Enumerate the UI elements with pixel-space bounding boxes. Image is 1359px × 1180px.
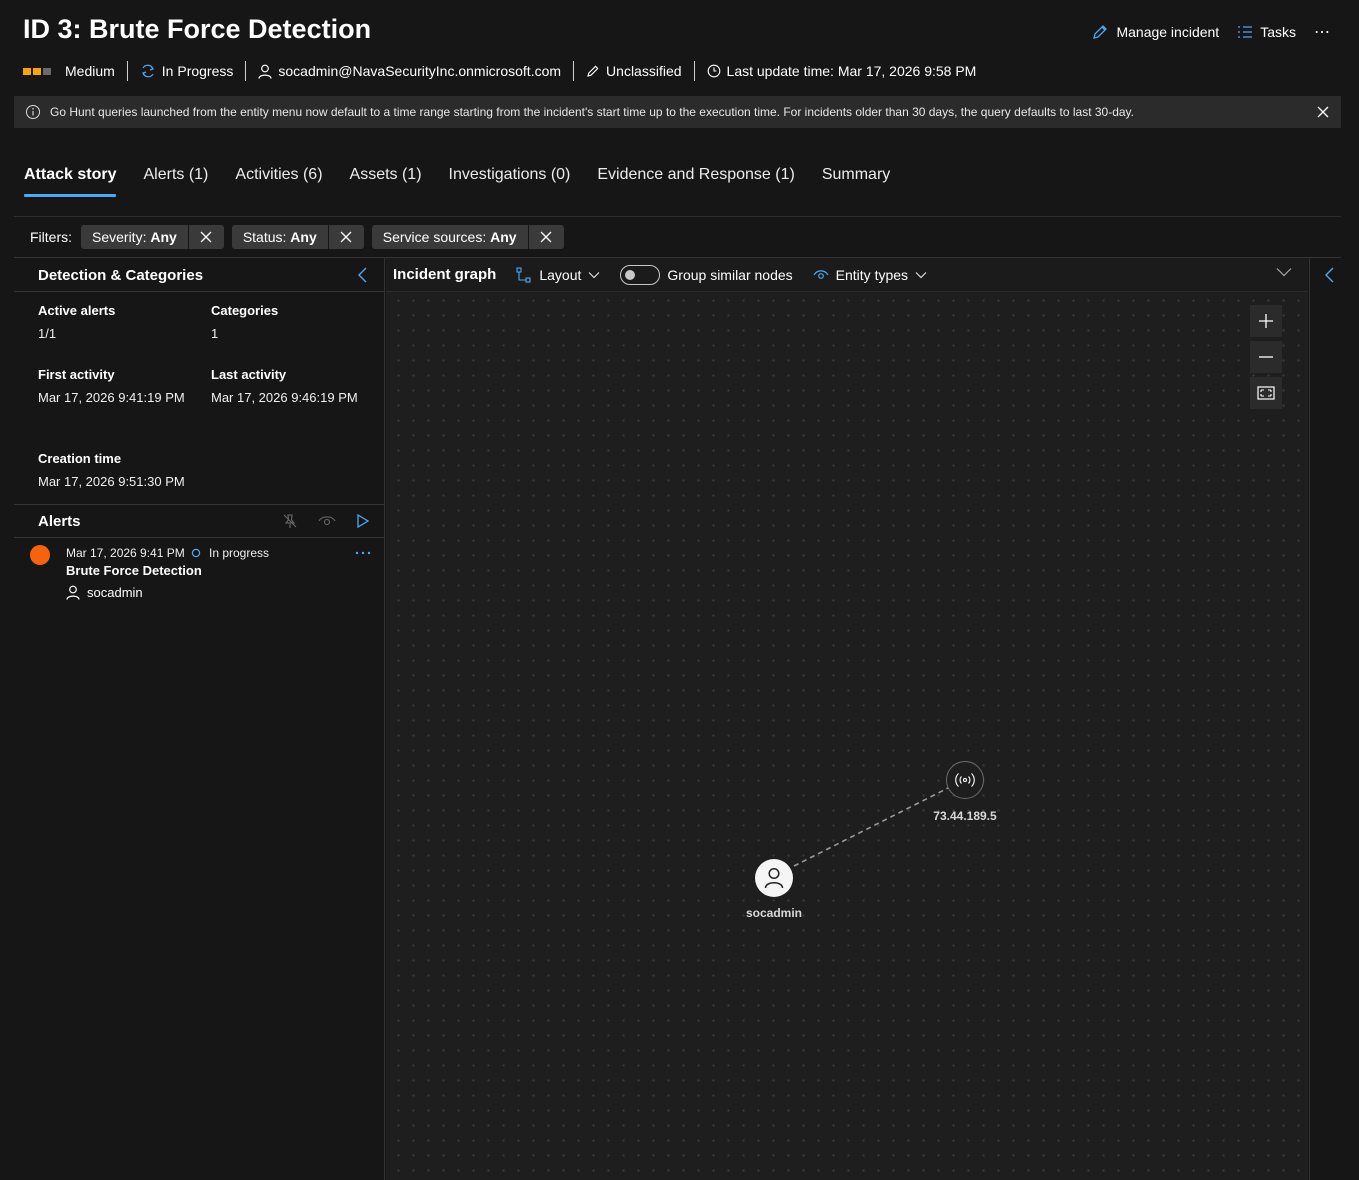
classification-label: Unclassified	[606, 63, 682, 79]
incident-graph[interactable]: Incident graph Layout Group similar node…	[386, 258, 1308, 1180]
divider	[14, 504, 384, 505]
tasks-icon	[1237, 24, 1253, 40]
detection-panel: Detection & Categories Active alerts 1/1…	[14, 258, 385, 1180]
alert-user: socadmin	[66, 585, 143, 600]
filters-label: Filters:	[30, 229, 72, 245]
incident-meta: Medium In Progress socadmin@NavaSecurity…	[23, 61, 988, 81]
manage-incident-label: Manage incident	[1116, 24, 1220, 40]
filter-bar: Filters: Severity: Any Status: Any Servi…	[30, 225, 564, 249]
clock-icon	[707, 64, 721, 78]
first-activity-value: Mar 17, 2026 9:41:19 PM	[38, 390, 185, 405]
last-activity-value: Mar 17, 2026 9:46:19 PM	[211, 390, 358, 405]
tasks-label: Tasks	[1260, 24, 1296, 40]
severity-label: Medium	[65, 63, 115, 79]
banner-text: Go Hunt queries launched from the entity…	[50, 105, 1134, 119]
filter-chip-service-sources: Service sources: Any	[371, 225, 564, 249]
user-icon	[258, 64, 272, 79]
manage-incident-button[interactable]: Manage incident	[1091, 23, 1219, 41]
graph-edges	[793, 785, 953, 867]
tab-activities[interactable]: Activities (6)	[235, 166, 322, 198]
edit-icon	[1091, 23, 1109, 41]
alert-date: Mar 17, 2026 9:41 PM	[66, 546, 185, 560]
more-icon[interactable]	[354, 550, 372, 556]
severity-indicator: Medium	[23, 61, 127, 81]
assignee[interactable]: socadmin@NavaSecurityInc.onmicrosoft.com	[246, 61, 573, 81]
active-alerts-label: Active alerts	[38, 303, 116, 318]
alert-status: In progress	[191, 546, 269, 560]
alert-list-item[interactable]: Mar 17, 2026 9:41 PM In progress Brute F…	[14, 540, 384, 608]
alert-title[interactable]: Brute Force Detection	[66, 563, 202, 578]
alerts-heading: Alerts	[38, 513, 81, 530]
last-update-label: Last update time: Mar 17, 2026 9:58 PM	[726, 63, 977, 79]
tab-summary[interactable]: Summary	[822, 166, 890, 198]
play-icon[interactable]	[356, 513, 370, 529]
tasks-button[interactable]: Tasks	[1237, 24, 1296, 40]
divider	[14, 216, 1341, 217]
alerts-toolbar	[282, 513, 370, 529]
categories-label: Categories	[211, 303, 279, 318]
divider	[14, 291, 384, 292]
categories-value: 1	[211, 326, 219, 341]
active-alerts-value: 1/1	[38, 326, 57, 341]
more-icon: ⋯	[1314, 24, 1331, 41]
tab-evidence-response[interactable]: Evidence and Response (1)	[597, 166, 794, 198]
filter-chip-status: Status: Any	[231, 225, 364, 249]
tab-investigations[interactable]: Investigations (0)	[449, 166, 571, 198]
creation-time-label: Creation time	[38, 451, 122, 466]
user-node[interactable]	[755, 859, 793, 897]
assignee-label: socadmin@NavaSecurityInc.onmicrosoft.com	[278, 63, 562, 79]
status-indicator: In Progress	[128, 61, 246, 81]
panel-heading: Detection & Categories	[38, 267, 204, 284]
tab-bar: Attack story Alerts (1) Activities (6) A…	[24, 166, 890, 198]
more-actions-button[interactable]: ⋯	[1314, 22, 1331, 42]
first-activity-label: First activity	[38, 367, 115, 382]
filter-chip-label[interactable]: Status: Any	[232, 225, 328, 249]
last-update: Last update time: Mar 17, 2026 9:58 PM	[695, 61, 989, 81]
in-progress-icon	[191, 548, 201, 558]
close-icon[interactable]	[1315, 104, 1331, 120]
last-activity-label: Last activity	[211, 367, 287, 382]
pin-off-icon[interactable]	[282, 513, 298, 529]
tab-alerts[interactable]: Alerts (1)	[143, 166, 208, 198]
tab-assets[interactable]: Assets (1)	[350, 166, 422, 198]
right-side-rail	[1309, 258, 1359, 1180]
remove-filter-icon[interactable]	[527, 225, 564, 249]
info-icon	[25, 104, 41, 120]
severity-bars-icon	[23, 67, 51, 75]
divider	[14, 537, 384, 538]
user-node-label: socadmin	[745, 906, 803, 920]
chevron-left-icon[interactable]	[1323, 266, 1337, 284]
severity-dot-icon	[30, 545, 50, 565]
header-actions: Manage incident Tasks ⋯	[1091, 22, 1331, 42]
creation-time-value: Mar 17, 2026 9:51:30 PM	[38, 474, 185, 489]
classification[interactable]: Unclassified	[574, 61, 693, 81]
status-label: In Progress	[161, 63, 234, 79]
filter-chip-severity: Severity: Any	[81, 225, 224, 249]
chevron-left-icon[interactable]	[356, 266, 370, 284]
sync-icon	[140, 63, 156, 79]
filter-chip-label[interactable]: Severity: Any	[81, 225, 188, 249]
tab-attack-story[interactable]: Attack story	[24, 166, 117, 198]
edge-user-ip	[793, 785, 953, 867]
page-title: ID 3: Brute Force Detection	[23, 14, 372, 44]
ip-node-label: 73.44.189.5	[933, 809, 997, 823]
user-icon	[66, 585, 80, 600]
remove-filter-icon[interactable]	[187, 225, 224, 249]
info-banner: Go Hunt queries launched from the entity…	[14, 96, 1341, 128]
pencil-icon	[586, 64, 600, 78]
filter-chip-label[interactable]: Service sources: Any	[372, 225, 528, 249]
broadcast-icon	[955, 773, 975, 787]
remove-filter-icon[interactable]	[327, 225, 364, 249]
eye-icon[interactable]	[318, 514, 336, 528]
ip-node[interactable]	[946, 761, 984, 799]
user-icon	[764, 867, 784, 889]
